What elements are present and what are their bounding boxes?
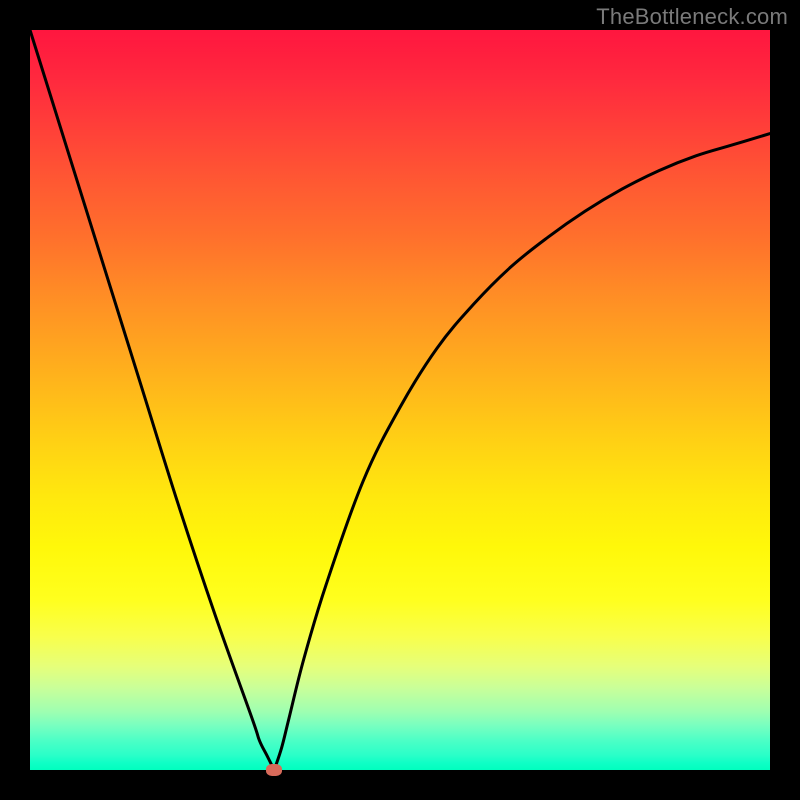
watermark-text: TheBottleneck.com <box>596 4 788 30</box>
curve-right-branch <box>274 134 770 770</box>
plot-area <box>30 30 770 770</box>
chart-frame: TheBottleneck.com <box>0 0 800 800</box>
minimum-marker <box>266 764 282 776</box>
curve-left-branch <box>30 30 274 770</box>
bottleneck-curve <box>30 30 770 770</box>
